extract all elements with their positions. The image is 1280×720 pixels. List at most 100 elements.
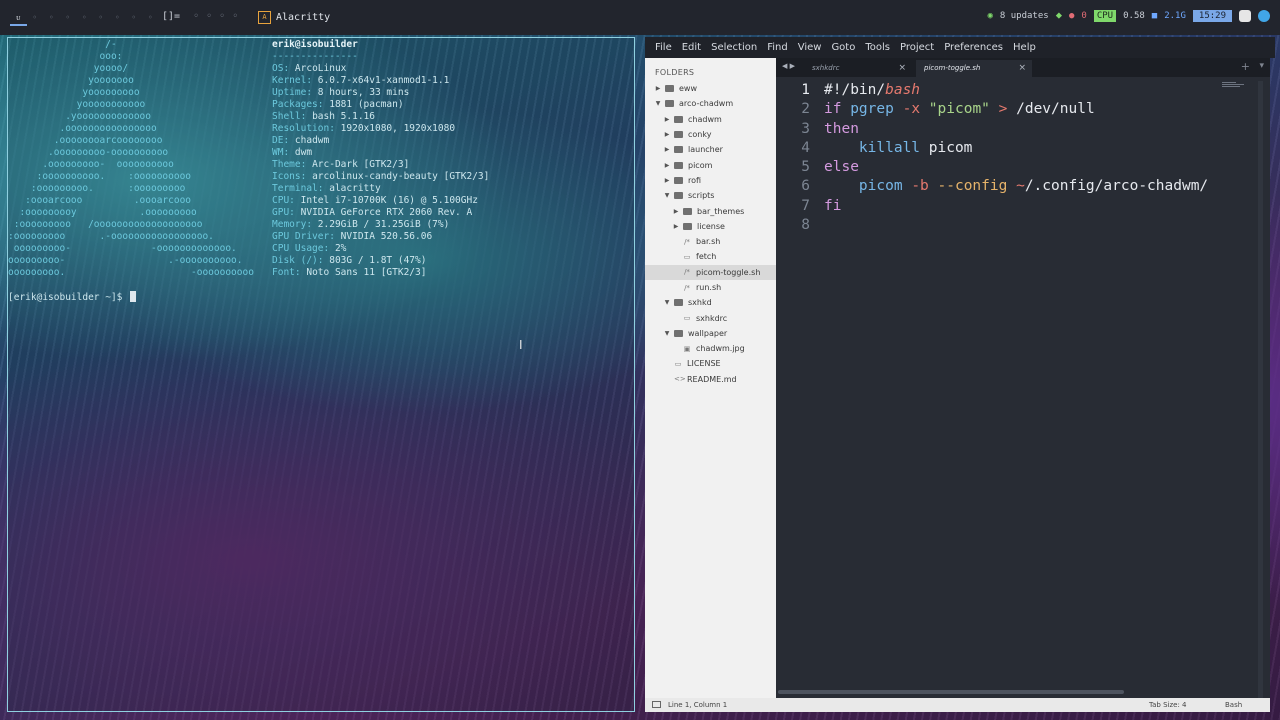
layout-extra-icon[interactable]: ◦ <box>232 11 238 22</box>
workspace-tag[interactable]: ◦ <box>76 11 93 24</box>
code-line[interactable]: 3 then <box>776 120 1236 139</box>
menu-selection[interactable]: Selection <box>706 42 762 53</box>
panel-toggle-icon[interactable] <box>652 701 661 708</box>
layout-indicator[interactable]: []= ◦ ◦ ◦ ◦ <box>162 11 238 22</box>
menu-view[interactable]: View <box>793 42 827 53</box>
close-icon[interactable]: × <box>1018 60 1026 77</box>
code-line[interactable]: 8 <box>776 216 1236 235</box>
tab-overflow-icon[interactable]: ▾ <box>1259 61 1264 71</box>
horizontal-scrollbar[interactable] <box>778 690 1124 694</box>
clock[interactable]: 15:29 <box>1192 10 1232 22</box>
tree-label: README.md <box>687 374 737 384</box>
workspace-tag[interactable]: ◦ <box>43 11 60 24</box>
workspace-tag[interactable]: ◦ <box>109 11 126 24</box>
tree-folder[interactable]: ▶ chadwm <box>645 112 776 127</box>
minimap[interactable] <box>1222 82 1250 90</box>
workspace-tag[interactable]: ◦ <box>93 11 110 24</box>
menu-find[interactable]: Find <box>762 42 793 53</box>
menu-tools[interactable]: Tools <box>860 42 895 53</box>
menu-project[interactable]: Project <box>895 42 939 53</box>
info-row: GPU: NVIDIA GeForce RTX 2060 Rev. A <box>272 207 489 219</box>
updates-count[interactable]: 8 updates <box>1000 11 1049 21</box>
tree-folder[interactable]: ▶ license <box>645 219 776 234</box>
tree-file[interactable]: /* run.sh <box>645 280 776 295</box>
menu-edit[interactable]: Edit <box>677 42 706 53</box>
chevron-down-icon[interactable]: ▼ <box>663 330 671 337</box>
chevron-right-icon[interactable]: ▶ <box>663 177 671 184</box>
tree-folder[interactable]: ▶ eww <box>645 81 776 96</box>
code-line[interactable]: 6 picom -b --config ~/.config/arco-chadw… <box>776 177 1236 196</box>
syntax-mode[interactable]: Bash <box>1225 701 1242 709</box>
workspace-tag[interactable]: ᴜ <box>10 11 27 26</box>
line-number: 5 <box>801 159 810 176</box>
tree-folder[interactable]: ▼ sxhkd <box>645 295 776 310</box>
chevron-right-icon[interactable]: ▶ <box>663 162 671 169</box>
tree-folder[interactable]: ▼ wallpaper <box>645 326 776 341</box>
vertical-scrollbar[interactable] <box>1258 81 1263 699</box>
code-line[interactable]: 7 fi <box>776 197 1236 216</box>
code-line[interactable]: 2 if pgrep -x "picom" > /dev/null <box>776 100 1236 119</box>
tree-folder[interactable]: ▶ launcher <box>645 142 776 157</box>
chevron-down-icon[interactable]: ▼ <box>663 299 671 306</box>
tree-file[interactable]: ▭ fetch <box>645 249 776 264</box>
folder-icon <box>674 146 683 154</box>
info-colon: : <box>300 171 313 182</box>
tree-file[interactable]: ▭ LICENSE <box>645 356 776 371</box>
info-colon: : <box>317 99 330 110</box>
code-token: else <box>824 159 859 176</box>
menu-goto[interactable]: Goto <box>826 42 860 53</box>
info-row: WM: dwm <box>272 147 489 159</box>
code-line[interactable]: 1 #!/bin/bash <box>776 81 1236 100</box>
layout-extra-icon[interactable]: ◦ <box>219 11 225 22</box>
chevron-right-icon[interactable]: ▶ <box>663 131 671 138</box>
sublime-text-window: File Edit Selection Find View Goto Tools Projec… <box>645 37 1275 712</box>
tree-label: eww <box>679 84 698 94</box>
close-icon[interactable]: × <box>898 60 906 77</box>
chevron-right-icon[interactable]: ▶ <box>672 208 680 215</box>
code-line[interactable]: 4 killall picom <box>776 139 1236 158</box>
chevron-right-icon[interactable]: ▶ <box>663 116 671 123</box>
menu-help[interactable]: Help <box>1008 42 1041 53</box>
chevron-down-icon[interactable]: ▼ <box>663 192 671 199</box>
new-tab-icon[interactable]: + <box>1241 60 1250 73</box>
code-line[interactable]: 5 else <box>776 158 1236 177</box>
info-value: 803G / 1.8T (47%) <box>329 255 427 266</box>
workspace-tag[interactable]: ◦ <box>27 11 44 24</box>
code-editor[interactable]: 1 #!/bin/bash 2 if pgrep -x "picom" > /dev/… <box>776 81 1236 235</box>
telegram-tray-icon[interactable] <box>1258 10 1270 22</box>
tree-folder[interactable]: ▶ rofi <box>645 173 776 188</box>
terminal-window[interactable]: /- ooo: yoooo/ yooooooo yooooooooo yoooo… <box>7 37 635 712</box>
chevron-right-icon[interactable]: ▶ <box>672 223 680 230</box>
menu-preferences[interactable]: Preferences <box>939 42 1008 53</box>
tree-file[interactable]: /* picom-toggle.sh <box>645 264 776 280</box>
shell-prompt[interactable]: [erik@isobuilder ~]$ <box>8 291 137 303</box>
tree-file[interactable]: <> README.md <box>645 372 776 387</box>
tab-picom-toggle[interactable]: picom-toggle.sh × <box>916 60 1032 77</box>
tree-file[interactable]: ▣ chadwm.jpg <box>645 341 776 356</box>
tree-folder[interactable]: ▼ scripts <box>645 188 776 203</box>
chevron-right-icon[interactable]: ▶ <box>663 146 671 153</box>
info-value: chadwm <box>294 135 330 146</box>
tree-file[interactable]: ▭ sxhkdrc <box>645 310 776 325</box>
layout-extra-icon[interactable]: ◦ <box>206 11 212 22</box>
info-key: Uptime <box>272 87 307 98</box>
tree-folder[interactable]: ▶ bar_themes <box>645 203 776 218</box>
chevron-down-icon[interactable]: ▼ <box>654 100 662 107</box>
menu-file[interactable]: File <box>650 42 677 53</box>
folder-icon <box>674 176 683 184</box>
tree-label: scripts <box>688 191 715 201</box>
tab-sxhkdrc[interactable]: sxhkdrc × <box>782 60 912 77</box>
workspace-tag[interactable]: ◦ <box>126 11 143 24</box>
tree-folder[interactable]: ▶ conky <box>645 127 776 142</box>
workspace-tag[interactable]: ◦ <box>142 11 159 24</box>
chevron-right-icon[interactable]: ▶ <box>654 85 662 92</box>
tree-folder[interactable]: ▼ arco-chadwm <box>645 96 776 111</box>
tree-folder[interactable]: ▶ picom <box>645 157 776 172</box>
line-number: 1 <box>801 82 810 98</box>
workspace-tag[interactable]: ◦ <box>60 11 77 24</box>
tree-file[interactable]: /* bar.sh <box>645 234 776 249</box>
camera-tray-icon[interactable] <box>1239 10 1251 22</box>
layout-extra-icon[interactable]: ◦ <box>193 11 199 22</box>
tab-size[interactable]: Tab Size: 4 <box>1149 701 1186 709</box>
